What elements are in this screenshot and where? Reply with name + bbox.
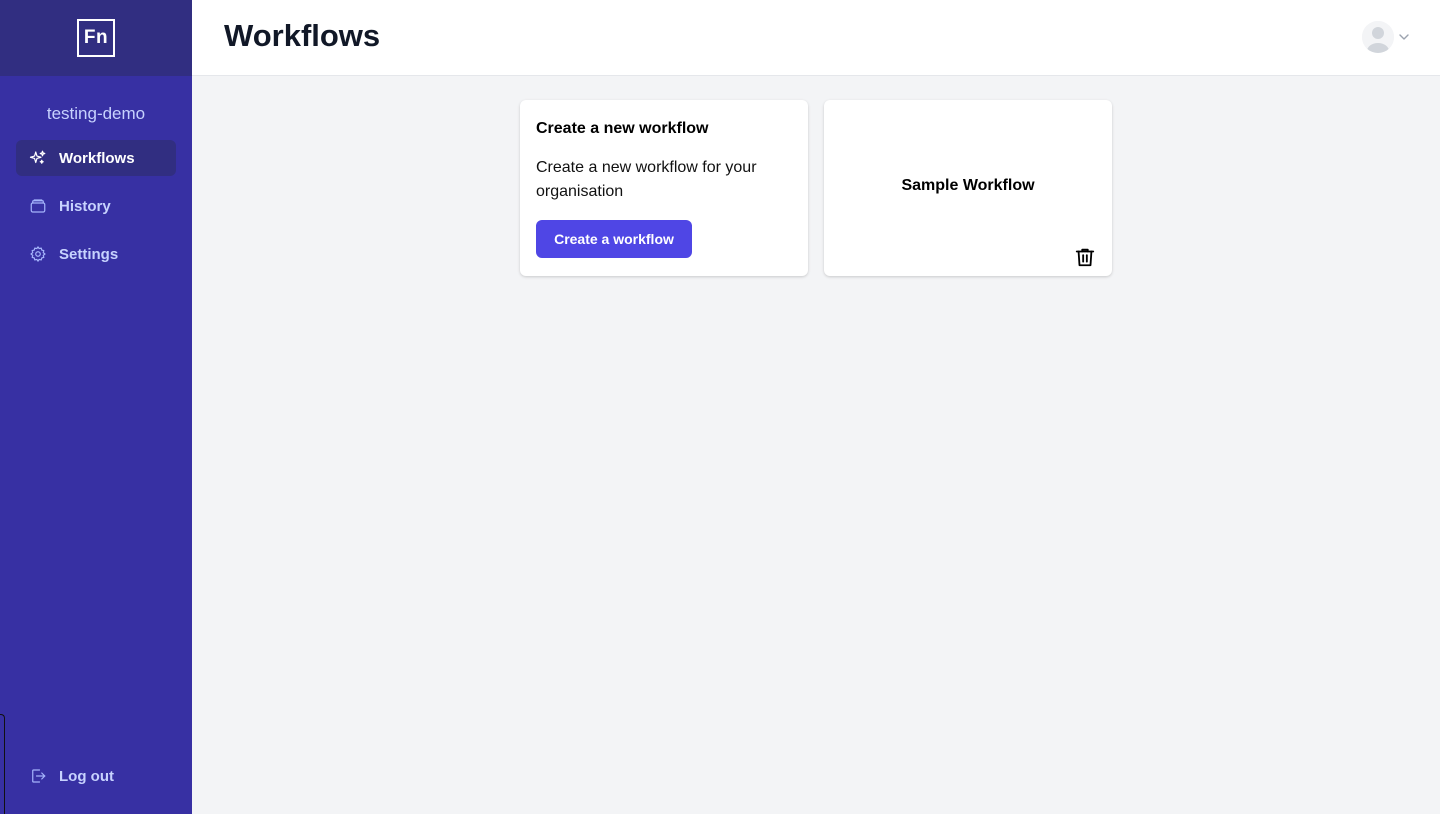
logout-label: Log out xyxy=(59,767,114,785)
page-title: Workflows xyxy=(224,18,381,53)
chevron-down-icon[interactable] xyxy=(1398,31,1410,43)
sidebar-item-label: Settings xyxy=(59,245,119,263)
workflow-name: Sample Workflow xyxy=(901,177,1035,194)
create-workflow-button[interactable]: Create a workflow xyxy=(536,220,692,258)
app-root: Fn testing-demo Workflows History Settin… xyxy=(0,0,1440,814)
user-menu[interactable] xyxy=(1362,20,1410,54)
sidebar-item-workflows[interactable]: Workflows xyxy=(16,140,176,176)
sidebar-item-label: Workflows xyxy=(59,149,135,167)
workflow-card[interactable]: Sample Workflow xyxy=(824,100,1112,276)
sidebar-item-label: History xyxy=(59,197,111,215)
sidebar-nav: Workflows History Settings xyxy=(0,140,192,272)
window-edge xyxy=(0,714,5,814)
archive-icon xyxy=(28,196,48,216)
create-card-title: Create a new workflow xyxy=(536,120,709,137)
top-header: Workflows xyxy=(192,0,1440,76)
create-workflow-card: Create a new workflow Create a new workf… xyxy=(520,100,808,276)
create-card-description: Create a new workflow for your organisat… xyxy=(536,159,757,200)
avatar[interactable] xyxy=(1362,21,1394,53)
sidebar-item-history[interactable]: History xyxy=(16,188,176,224)
sidebar-item-settings[interactable]: Settings xyxy=(16,236,176,272)
gear-icon xyxy=(28,244,48,264)
sidebar: Fn testing-demo Workflows History Settin… xyxy=(0,0,192,814)
user-icon xyxy=(1362,21,1394,53)
logo-bar: Fn xyxy=(0,0,192,76)
organisation-name: testing-demo xyxy=(46,104,146,123)
sparkles-icon xyxy=(28,148,48,168)
trash-icon[interactable] xyxy=(1074,246,1096,268)
logout-button[interactable]: Log out xyxy=(16,758,176,794)
logout-icon xyxy=(28,766,48,786)
app-logo[interactable]: Fn xyxy=(77,19,115,57)
